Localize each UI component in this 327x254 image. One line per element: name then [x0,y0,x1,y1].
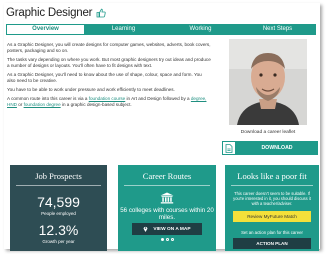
carousel-dot[interactable] [170,238,174,241]
divider [124,185,210,186]
route-text: in a graphic design-based subject. [60,101,132,107]
intro-paragraph: As a Graphic Designer, you'll need to kn… [7,71,202,83]
job-prospects-card: Job Prospects 74,599 People employed 12.… [10,165,107,251]
poor-fit-title: Looks like a poor fit [237,171,307,181]
route-text: in Art and Design followed by a [125,96,191,102]
job-prospects-title: Job Prospects [35,171,82,181]
view-on-map-label: VIEW ON A MAP [153,226,191,232]
intro-paragraph-routes: A common route into this career is via a… [7,96,211,108]
download-button[interactable]: DOWNLOAD [222,141,318,155]
tab-learning[interactable]: Learning [85,24,162,35]
tab-next-steps[interactable]: Next Steps [239,24,316,35]
download-label: DOWNLOAD [261,145,293,151]
tab-working[interactable]: Working [162,24,239,35]
review-myfuture-match-button[interactable]: Review MyFuture Match [233,211,311,222]
person-photo [229,39,307,125]
tab-bar: Overview Learning Working Next Steps [6,24,316,35]
intro-paragraph: The tasks vary depending on where you wo… [7,56,211,68]
employed-value: 74,599 [37,194,80,210]
institution-icon [160,192,174,204]
career-profile-page: Graphic Designer Overview Learning Worki… [4,3,320,251]
route-text: or [16,101,24,107]
intro-paragraph: You have to be able to work under pressu… [7,86,175,92]
foundation-course-link[interactable]: foundation course [89,96,126,101]
divider [16,185,101,186]
action-plan-label: Set an action plan for this career [241,230,303,235]
thumbs-up-icon[interactable] [96,8,106,18]
carousel-dot[interactable] [165,238,169,241]
divider [231,185,313,186]
leaflet-label: Download a career leaflet [240,130,296,135]
career-photo [229,39,307,125]
file-icon [222,141,236,155]
action-plan-button[interactable]: ACTION PLAN [233,238,311,249]
route-text: A common route into this career is via a [7,96,89,102]
tab-overview[interactable]: Overview [6,24,85,35]
carousel-dots [118,238,216,241]
poor-fit-card: Looks like a poor fit This career doesn'… [225,165,319,251]
career-routes-card: Career Routes 56 colleges with courses w… [118,165,216,251]
colleges-text: 56 colleges with courses within 20 miles… [120,207,214,221]
poor-fit-text: This career doesn't seem to be suitable.… [233,191,311,206]
growth-value: 12.3% [38,222,79,238]
career-routes-title: Career Routes [142,171,192,181]
map-pin-icon [143,226,148,232]
foundation-degree-link[interactable]: foundation degree [24,102,61,107]
growth-label: Growth per year [42,239,75,244]
title-row: Graphic Designer [6,5,106,21]
career-description: As a Graphic Designer, you will create d… [7,42,211,111]
intro-paragraph: As a Graphic Designer, you will create d… [7,42,211,53]
carousel-dot[interactable] [160,238,164,241]
employed-label: People employed [41,211,76,216]
view-on-map-button[interactable]: VIEW ON A MAP [132,223,202,235]
page-title: Graphic Designer [6,7,93,19]
